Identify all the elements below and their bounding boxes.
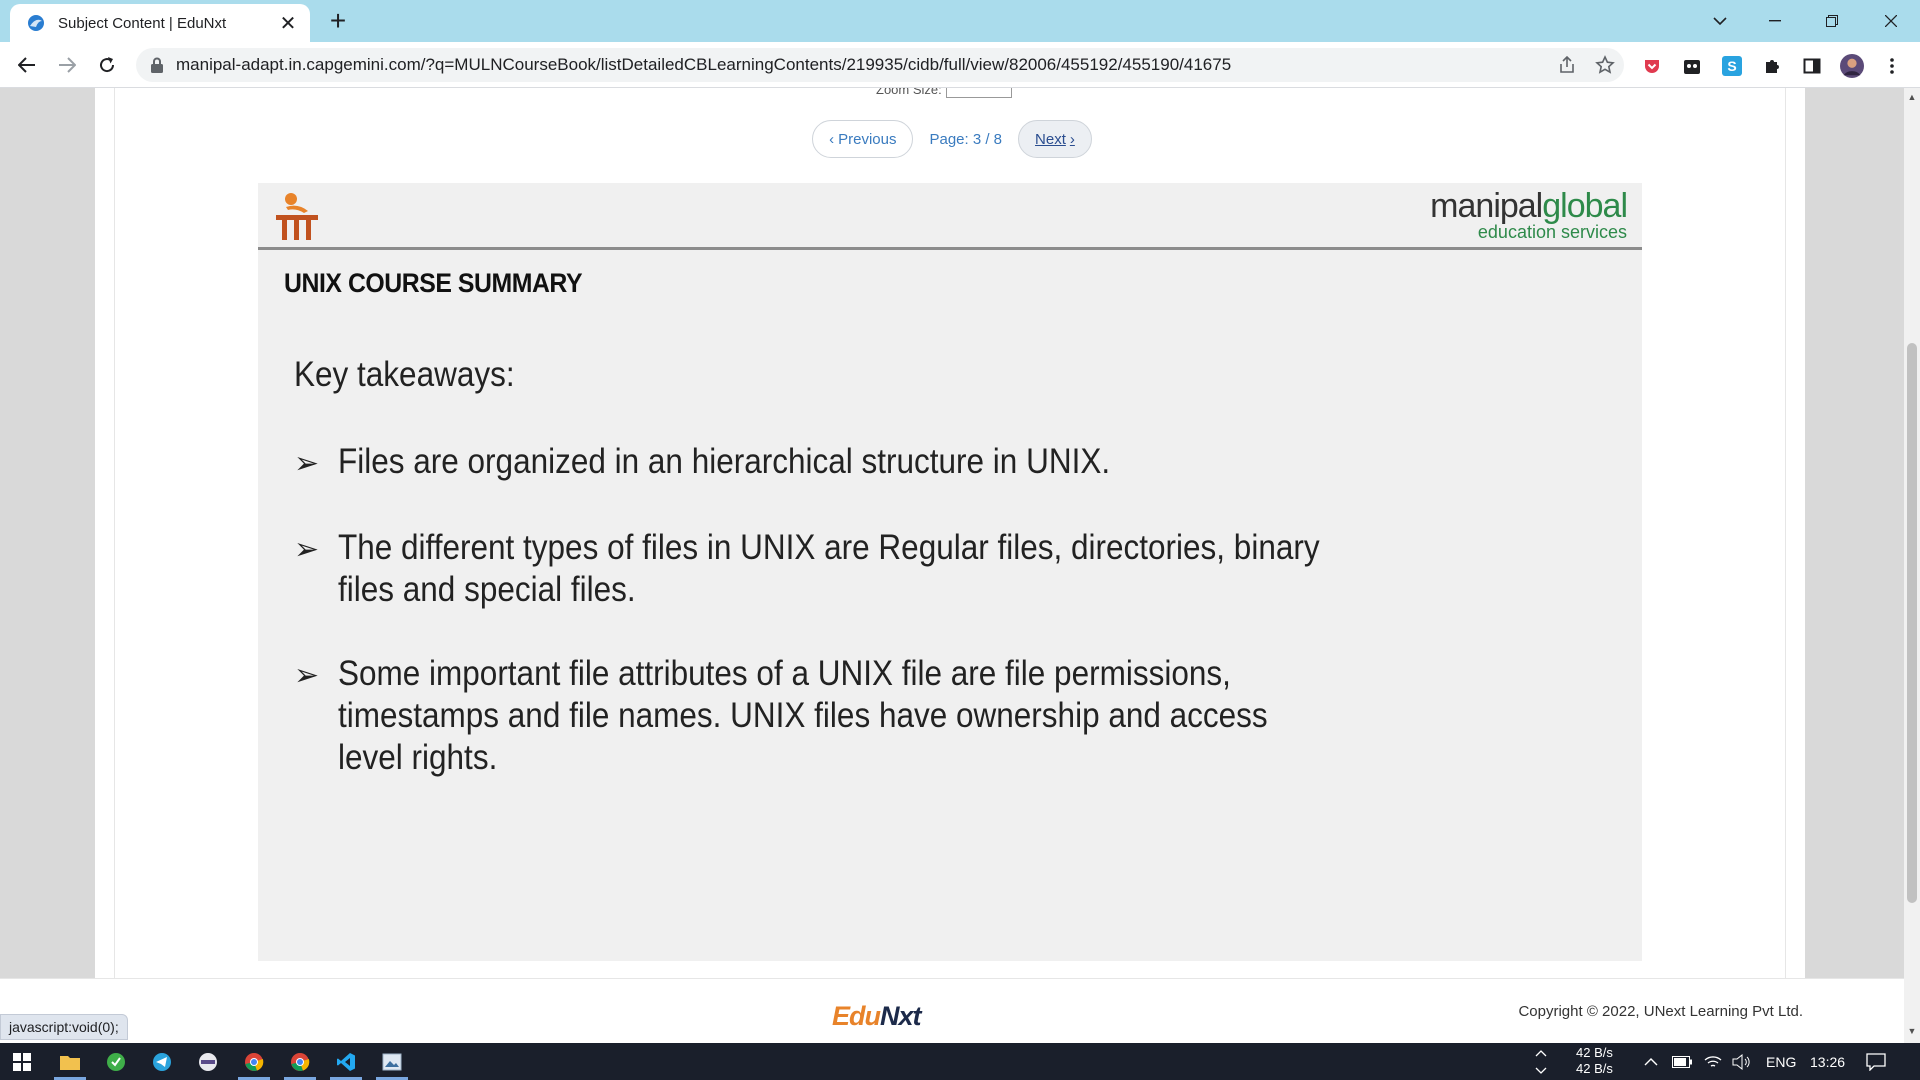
show-hidden-icons-icon[interactable]	[1644, 1043, 1658, 1080]
tab-title: Subject Content | EduNxt	[58, 14, 227, 32]
slide-header: manipalglobal education services	[258, 183, 1642, 250]
page-viewport: Zoom Size: ‹ Previous Page: 3 / 8 Next ›…	[0, 88, 1904, 1043]
zoom-size-select[interactable]	[945, 88, 1012, 98]
file-explorer-icon[interactable]	[48, 1043, 92, 1080]
profile-avatar[interactable]	[1840, 54, 1864, 78]
page-indicator: Page: 3 / 8	[929, 130, 1003, 148]
edunxt-logo[interactable]: EduNxt	[832, 1001, 922, 1032]
tab-strip: Subject Content | EduNxt ✕ +	[0, 0, 1920, 42]
chrome-profile-icon[interactable]	[278, 1043, 322, 1080]
page-scrollbar[interactable]: ▲ ▼	[1904, 88, 1920, 1043]
page-footer: EduNxt Copyright © 2022, UNext Learning …	[0, 978, 1904, 1043]
s-extension-icon[interactable]: S	[1720, 54, 1744, 78]
wifi-icon[interactable]	[1704, 1043, 1722, 1080]
brand-main-2: global	[1542, 187, 1628, 225]
image-viewer-icon[interactable]	[370, 1043, 414, 1080]
windows-start-icon[interactable]	[0, 1043, 44, 1080]
back-button[interactable]	[12, 50, 42, 80]
bullet-text: Some important file attributes of a UNIX…	[338, 654, 1268, 777]
pocket-extension-icon[interactable]	[1640, 54, 1664, 78]
chrome-icon[interactable]	[232, 1043, 276, 1080]
clock-time[interactable]: 13:26	[1810, 1043, 1845, 1080]
bullet-item: ➢ Some important file attributes of a UN…	[294, 653, 1444, 779]
language-indicator[interactable]: ENG	[1766, 1043, 1796, 1080]
volume-icon[interactable]	[1732, 1043, 1752, 1080]
svg-text:S: S	[1727, 58, 1736, 74]
vscode-icon[interactable]	[324, 1043, 368, 1080]
previous-label: Previous	[838, 130, 897, 148]
bullet-item: ➢ The different types of files in UNIX a…	[294, 527, 1444, 611]
battery-icon[interactable]	[1672, 1043, 1692, 1080]
arrow-bullet-icon: ➢	[294, 533, 320, 566]
new-tab-button[interactable]: +	[322, 6, 354, 36]
manipal-global-brand: manipalglobal education services	[1430, 187, 1628, 243]
arrow-bullet-icon: ➢	[294, 447, 320, 480]
network-speed: 42 B/s 42 B/s	[1576, 1045, 1613, 1077]
notification-icon[interactable]	[1866, 1043, 1886, 1080]
slide-title: UNIX COURSE SUMMARY	[284, 268, 583, 298]
bullet-list: ➢ Files are organized in an hierarchical…	[294, 441, 1444, 821]
page-navigation: ‹ Previous Page: 3 / 8 Next ›	[0, 120, 1904, 158]
status-bubble: javascript:void(0);	[0, 1014, 128, 1040]
extensions-puzzle-icon[interactable]	[1760, 54, 1784, 78]
extension-icon[interactable]	[1680, 54, 1704, 78]
copyright-text: Copyright © 2022, UNext Learning Pvt Ltd…	[1518, 1003, 1803, 1020]
url-text[interactable]: manipal-adapt.in.capgemini.com/?q=MULNCo…	[176, 55, 1548, 75]
bullet-text: Files are organized in an hierarchical s…	[338, 442, 1111, 481]
chevron-right-icon: ›	[1069, 130, 1075, 148]
edunxt-favicon-icon	[28, 15, 44, 31]
chevron-left-icon: ‹	[829, 130, 835, 148]
bullet-item: ➢ Files are organized in an hierarchical…	[294, 441, 1444, 485]
tab-search-icon[interactable]	[1700, 6, 1740, 36]
logo-part-nxt: Nxt	[880, 1001, 922, 1031]
tray-chevron-icons[interactable]	[1534, 1043, 1548, 1080]
zoom-size-label: Zoom Size:	[876, 88, 942, 97]
bookmark-star-icon[interactable]	[1594, 54, 1616, 76]
close-window-button[interactable]	[1871, 6, 1911, 36]
green-app-icon[interactable]	[94, 1043, 138, 1080]
arrow-bullet-icon: ➢	[294, 659, 320, 692]
address-bar[interactable]: manipal-adapt.in.capgemini.com/?q=MULNCo…	[136, 48, 1624, 82]
reload-button[interactable]	[92, 50, 122, 80]
net-up: 42 B/s	[1576, 1045, 1613, 1060]
key-takeaways-heading: Key takeaways:	[294, 355, 515, 394]
forward-button[interactable]	[52, 50, 82, 80]
bullet-text: The different types of files in UNIX are…	[338, 528, 1320, 609]
browser-toolbar: manipal-adapt.in.capgemini.com/?q=MULNCo…	[0, 42, 1920, 88]
panel-left-border	[114, 88, 115, 978]
scroll-thumb[interactable]	[1907, 343, 1917, 903]
next-label: Next	[1035, 130, 1066, 148]
telegram-icon[interactable]	[140, 1043, 184, 1080]
previous-button[interactable]: ‹ Previous	[812, 120, 914, 158]
scroll-up-arrow-icon[interactable]: ▲	[1907, 92, 1917, 104]
share-icon[interactable]	[1556, 54, 1578, 76]
next-button[interactable]: Next ›	[1018, 120, 1092, 158]
panel-right-border	[1785, 88, 1786, 978]
net-down: 42 B/s	[1576, 1061, 1613, 1076]
app-icon[interactable]	[186, 1043, 230, 1080]
browser-tab[interactable]: Subject Content | EduNxt ✕	[10, 4, 310, 42]
logo-part-edu: Edu	[832, 1001, 881, 1031]
zoom-size-control[interactable]: Zoom Size:	[876, 88, 1012, 98]
brand-main-1: manipal	[1430, 187, 1543, 225]
restore-button[interactable]	[1812, 6, 1852, 36]
side-panel-icon[interactable]	[1800, 54, 1824, 78]
menu-kebab-icon[interactable]	[1880, 54, 1904, 78]
scroll-down-arrow-icon[interactable]: ▼	[1907, 1026, 1917, 1038]
lock-icon[interactable]	[150, 57, 164, 73]
manipal-logo-icon	[276, 193, 318, 240]
windows-taskbar: 42 B/s 42 B/s ENG 13:26	[0, 1043, 1920, 1080]
tab-close-icon[interactable]: ✕	[278, 11, 298, 36]
minimize-button[interactable]	[1755, 6, 1795, 36]
slide-content: manipalglobal education services UNIX CO…	[258, 183, 1642, 961]
